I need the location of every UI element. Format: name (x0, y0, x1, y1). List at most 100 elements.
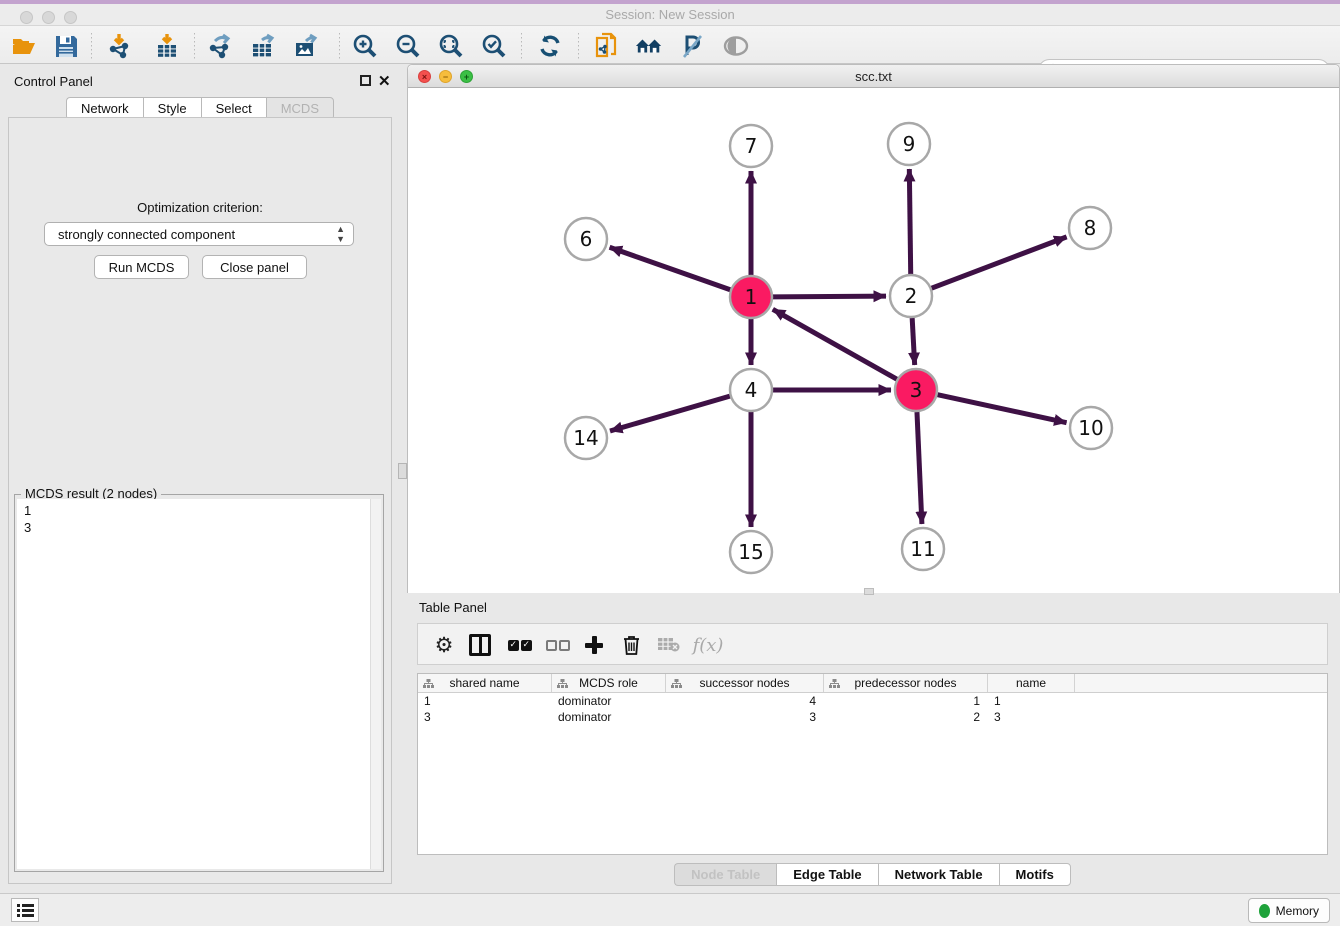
table-cell[interactable]: 1 (988, 693, 1075, 709)
toolbar-separator (578, 33, 579, 59)
graph-node-label: 11 (910, 537, 935, 561)
delete-column-icon[interactable] (617, 631, 645, 659)
save-session-icon[interactable] (52, 32, 80, 60)
optimization-criterion-select[interactable]: strongly connected component ▲▼ (44, 222, 354, 246)
graph-edge-3-1[interactable] (773, 309, 897, 379)
tab-motifs[interactable]: Motifs (999, 863, 1071, 886)
graph-node-label: 4 (745, 378, 758, 402)
graph-edge-2-8[interactable] (932, 237, 1067, 288)
mcds-result-group: MCDS result (2 nodes) 1 3 (14, 494, 384, 872)
graph-node-label: 9 (903, 132, 916, 156)
toolbar-separator (91, 33, 92, 59)
table-cell[interactable]: 1 (418, 693, 552, 709)
toolbar-separator (194, 33, 195, 59)
show-columns-icon[interactable] (466, 631, 494, 659)
show-all-networks-icon[interactable] (635, 32, 663, 60)
table-cell[interactable]: 1 (824, 693, 988, 709)
table-header-row[interactable]: shared nameMCDS rolesuccessor nodesprede… (418, 674, 1327, 693)
graph-edge-4-14[interactable] (610, 396, 730, 431)
table-settings-icon[interactable]: ⚙ (430, 631, 458, 659)
table-cell[interactable]: dominator (552, 709, 666, 725)
network-graph[interactable]: 7968124314101511 (408, 88, 1339, 593)
graph-node-label: 15 (738, 540, 763, 564)
graph-node-label: 3 (910, 378, 923, 402)
optimization-criterion-label: Optimization criterion: (9, 200, 391, 215)
graph-node-label: 10 (1078, 416, 1103, 440)
clone-network-icon[interactable] (592, 32, 620, 60)
table-cell[interactable]: 4 (666, 693, 824, 709)
column-header-MCDS-role[interactable]: MCDS role (552, 674, 666, 692)
float-panel-icon[interactable] (360, 75, 371, 86)
graph-edge-3-10[interactable] (937, 395, 1066, 423)
tab-edge-table[interactable]: Edge Table (776, 863, 877, 886)
graph-edge-1-6[interactable] (610, 247, 731, 289)
column-header-shared-name[interactable]: shared name (418, 674, 552, 692)
task-list-icon (17, 903, 34, 917)
memory-button[interactable]: Memory (1248, 898, 1330, 923)
table-cell[interactable]: 2 (824, 709, 988, 725)
open-session-icon[interactable] (10, 32, 38, 60)
mcds-result-text[interactable]: 1 3 (17, 499, 381, 869)
column-header-successor-nodes[interactable]: successor nodes (666, 674, 824, 692)
control-panel: Control Panel ✕ Network Style Select MCD… (0, 64, 400, 893)
close-panel-button[interactable]: Close panel (202, 255, 307, 279)
table-cell[interactable]: 3 (666, 709, 824, 725)
memory-status-icon (1259, 904, 1270, 918)
apply-style-icon[interactable] (678, 32, 706, 60)
network-window-titlebar[interactable]: × − + scc.txt (408, 65, 1339, 88)
result-scrollbar[interactable] (370, 499, 381, 869)
table-toolbar: ⚙ f(x) (417, 623, 1328, 665)
zoom-fit-icon[interactable] (436, 32, 464, 60)
column-type-icon (671, 678, 682, 692)
close-panel-icon[interactable]: ✕ (378, 72, 391, 90)
selected-option: strongly connected component (58, 227, 235, 242)
zoom-selected-icon[interactable] (479, 32, 507, 60)
graph-edge-1-2[interactable] (773, 296, 886, 297)
zoom-in-icon[interactable] (350, 32, 378, 60)
zoom-out-icon[interactable] (393, 32, 421, 60)
export-network-icon[interactable] (206, 32, 234, 60)
select-all-rows-icon[interactable] (504, 631, 536, 659)
function-builder-icon: f(x) (690, 631, 726, 659)
graph-edge-2-9[interactable] (909, 169, 910, 274)
window-title: Session: New Session (0, 7, 1340, 22)
network-canvas[interactable]: 7968124314101511 (408, 88, 1339, 593)
network-window: × − + scc.txt 7968124314101511 (407, 64, 1340, 593)
graph-edge-3-11[interactable] (917, 412, 922, 524)
column-header-predecessor-nodes[interactable]: predecessor nodes (824, 674, 988, 692)
import-table-icon[interactable] (153, 32, 181, 60)
column-type-icon (423, 678, 434, 692)
tab-node-table[interactable]: Node Table (674, 863, 776, 886)
network-window-title: scc.txt (408, 69, 1339, 84)
run-mcds-button[interactable]: Run MCDS (94, 255, 189, 279)
deselect-all-rows-icon[interactable] (542, 631, 574, 659)
export-table-icon[interactable] (249, 32, 277, 60)
node-table: shared nameMCDS rolesuccessor nodesprede… (417, 673, 1328, 855)
refresh-view-icon[interactable] (536, 32, 564, 60)
app-titlebar: Session: New Session (0, 4, 1340, 26)
create-column-icon[interactable] (580, 631, 608, 659)
graph-node-label: 6 (580, 227, 593, 251)
horizontal-split-handle[interactable] (864, 588, 874, 595)
toolbar-separator (339, 33, 340, 59)
table-cell[interactable]: 3 (988, 709, 1075, 725)
select-stepper-icon: ▲▼ (336, 224, 345, 244)
table-panel: Table Panel ✕ ⚙ f(x) shared nameMCDS rol… (405, 595, 1340, 893)
table-cell[interactable]: 3 (418, 709, 552, 725)
memory-label: Memory (1276, 904, 1319, 918)
table-cell[interactable]: dominator (552, 693, 666, 709)
tab-network-table[interactable]: Network Table (878, 863, 999, 886)
graph-node-label: 8 (1084, 216, 1097, 240)
delete-table-icon (654, 631, 684, 659)
column-header-name[interactable]: name (988, 674, 1075, 692)
table-row[interactable]: 3dominator323 (418, 709, 1327, 725)
table-panel-title: Table Panel (419, 600, 487, 615)
graph-edge-2-3[interactable] (912, 318, 915, 365)
vertical-split-handle[interactable] (398, 463, 407, 479)
import-network-icon[interactable] (106, 32, 134, 60)
graph-node-label: 2 (905, 284, 918, 308)
table-row[interactable]: 1dominator411 (418, 693, 1327, 709)
export-image-icon[interactable] (292, 32, 320, 60)
column-type-icon (829, 678, 840, 692)
task-history-button[interactable] (11, 898, 39, 922)
